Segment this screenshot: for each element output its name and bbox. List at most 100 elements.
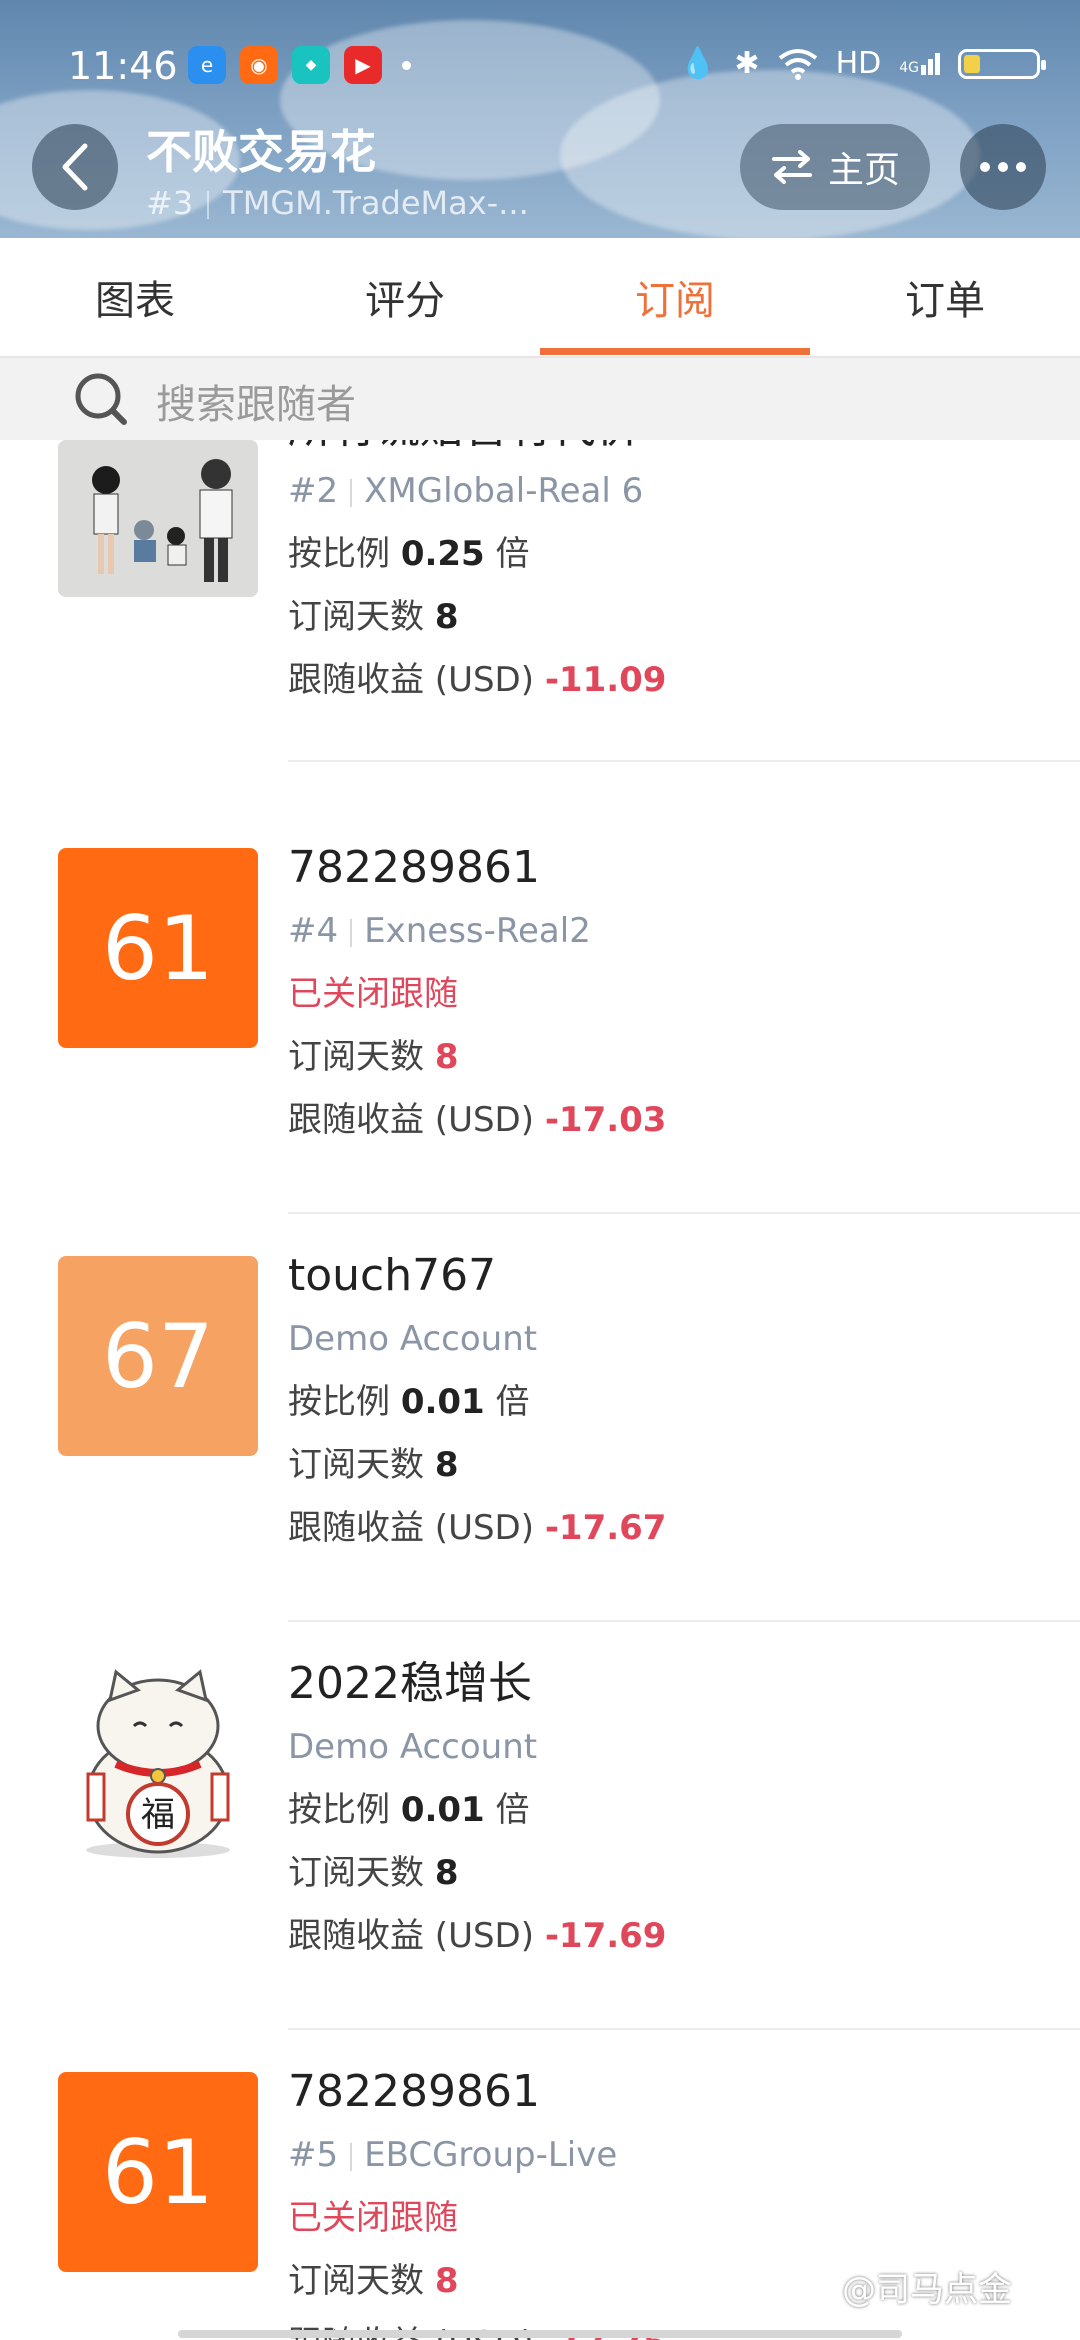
tab-chart[interactable]: 图表 <box>0 238 270 356</box>
bluetooth-icon: ✱ <box>734 46 760 81</box>
profit-value: -11.09 <box>544 660 667 700</box>
follower-broker: Exness-Real2 <box>364 911 591 951</box>
kuaishou-app-icon: ◉ <box>240 46 278 84</box>
days-label: 订阅天数 <box>288 1445 424 1485</box>
family-illustration-icon <box>58 440 258 597</box>
follower-rank: #5 <box>288 2135 339 2175</box>
ratio-value: 0.25 <box>400 534 485 574</box>
follower-profit-line: 跟随收益 (USD) -17.69 <box>288 1905 666 1968</box>
status-time: 11:46 <box>68 44 178 88</box>
more-notifications-dot <box>402 60 411 70</box>
follower-broker: XMGlobal-Real 6 <box>364 471 644 511</box>
days-value: 8 <box>434 1037 459 1077</box>
follower-info: 2022稳增长 Demo Account 按比例 0.01 倍 订阅天数 8 跟… <box>288 1652 666 1968</box>
follower-account-type: Demo Account <box>288 1727 538 1767</box>
avatar: 61 <box>58 2072 258 2272</box>
home-button[interactable]: 主页 <box>740 124 930 210</box>
search-bar[interactable]: 搜索跟随者 <box>0 358 1080 440</box>
signal-rank: #3 <box>146 184 194 222</box>
tab-orders[interactable]: 订单 <box>810 238 1080 356</box>
divider <box>288 760 1080 762</box>
status-right: 💧 ✱ HD 4G <box>679 46 1046 81</box>
alarm-icon: 💧 <box>679 46 717 81</box>
network-gen-label: 4G <box>899 59 919 76</box>
follower-days-line: 订阅天数 8 <box>288 1434 666 1497</box>
follower-info: 所有谎赔皆有代价 #2 XMGlobal-Real 6 按比例 0.25 倍 订阅… <box>288 440 666 712</box>
search-icon <box>75 373 127 425</box>
ratio-value: 0.01 <box>400 1382 485 1422</box>
days-label: 订阅天数 <box>288 1853 424 1893</box>
signal-broker: TMGM.TradeMax-... <box>223 184 529 222</box>
follower-name: touch767 <box>288 1250 497 1301</box>
avatar-score: 67 <box>102 1304 214 1408</box>
follower-name: 2022稳增长 <box>288 1658 532 1709</box>
profit-value: -17.03 <box>544 1100 667 1140</box>
days-value: 8 <box>434 1445 459 1485</box>
follower-broker-line: #4 Exness-Real2 <box>288 900 666 963</box>
follower-days-line: 订阅天数 8 <box>288 586 666 649</box>
follower-info: touch767 Demo Account 按比例 0.01 倍 订阅天数 8 … <box>288 1244 666 1560</box>
tab-bar: 图表 评分 订阅 订单 <box>0 238 1080 358</box>
wifi-icon <box>778 48 817 80</box>
follower-broker: EBCGroup-Live <box>364 2135 618 2175</box>
follower-profit-line: 跟随收益 (USD) -11.09 <box>288 649 666 712</box>
follower-info: 782289861 #4 Exness-Real2 已关闭跟随 订阅天数 8 跟随… <box>288 836 666 1152</box>
follower-days-line: 订阅天数 8 <box>288 1026 666 1089</box>
tab-subscriptions[interactable]: 订阅 <box>540 238 810 356</box>
signal-icon: 4G <box>899 52 940 76</box>
ratio-unit: 倍 <box>495 534 530 574</box>
home-indicator[interactable] <box>178 2330 902 2338</box>
days-value: 8 <box>434 1853 459 1893</box>
home-button-label: 主页 <box>827 150 900 191</box>
ratio-label: 按比例 <box>288 1790 390 1830</box>
fortune-character: 福 <box>141 1795 175 1835</box>
profit-label: 跟随收益 (USD) <box>288 1100 534 1140</box>
ratio-unit: 倍 <box>495 1790 530 1830</box>
status-bar: 11:46 e ◉ ◆ ▶ 💧 ✱ HD 4G <box>0 40 1080 90</box>
xiaola-app-icon: ◆ <box>292 46 330 84</box>
days-label: 订阅天数 <box>288 597 424 637</box>
profit-value: -17.69 <box>544 1916 667 1956</box>
days-value: 8 <box>434 2261 459 2301</box>
video-app-icon: ▶ <box>344 46 382 84</box>
avatar-score: 61 <box>102 2120 214 2224</box>
profit-label: 跟随收益 (USD) <box>288 1916 534 1956</box>
follower-broker-line: #2 XMGlobal-Real 6 <box>288 460 666 523</box>
chevron-left-icon <box>62 143 88 191</box>
follower-days-line: 订阅天数 8 <box>288 1842 666 1905</box>
follower-days-line: 订阅天数 8 <box>288 2250 666 2313</box>
avatar: 61 <box>58 848 258 1048</box>
ratio-unit: 倍 <box>495 1382 530 1422</box>
follower-name: 所有谎赔皆有代价 <box>288 440 666 460</box>
profit-value: -17.67 <box>544 1508 667 1548</box>
ratio-value: 0.01 <box>400 1790 485 1830</box>
follower-rank: #2 <box>288 471 339 511</box>
avatar: 67 <box>58 1256 258 1456</box>
avatar <box>58 440 258 597</box>
follower-profit-line: 跟随收益 (USD) -17.67 <box>288 1497 666 1560</box>
follow-closed-status: 已关闭跟随 <box>288 2198 458 2238</box>
follower-account-type: Demo Account <box>288 1319 538 1359</box>
active-tab-indicator <box>540 348 810 355</box>
ratio-label: 按比例 <box>288 534 390 574</box>
follow-closed-status: 已关闭跟随 <box>288 974 458 1014</box>
profit-label: 跟随收益 (USD) <box>288 660 534 700</box>
ratio-label: 按比例 <box>288 1382 390 1422</box>
search-input[interactable]: 搜索跟随者 <box>156 372 356 430</box>
divider <box>288 1620 1080 1622</box>
notification-icons: e ◉ ◆ ▶ <box>188 46 411 84</box>
follower-info: 782289861 #5EBCGroup-Live 已关闭跟随 订阅天数 8 跟… <box>288 2060 666 2340</box>
followers-list: 所有谎赔皆有代价 #2 XMGlobal-Real 6 按比例 0.25 倍 订阅… <box>0 440 1080 2340</box>
back-button[interactable] <box>32 124 118 210</box>
tab-rating[interactable]: 评分 <box>270 238 540 356</box>
battery-icon <box>958 48 1046 79</box>
profit-label: 跟随收益 (USD) <box>288 1508 534 1548</box>
follower-name: 782289861 <box>288 2066 540 2117</box>
avatar-score: 61 <box>102 896 214 1000</box>
watermark: @司马点金 <box>842 2270 1012 2310</box>
more-dots-icon <box>980 162 990 172</box>
page-subtitle: #3 TMGM.TradeMax-... <box>146 184 529 222</box>
more-button[interactable] <box>960 124 1046 210</box>
page-title: 不败交易花 <box>146 125 376 179</box>
follower-rank: #4 <box>288 911 339 951</box>
